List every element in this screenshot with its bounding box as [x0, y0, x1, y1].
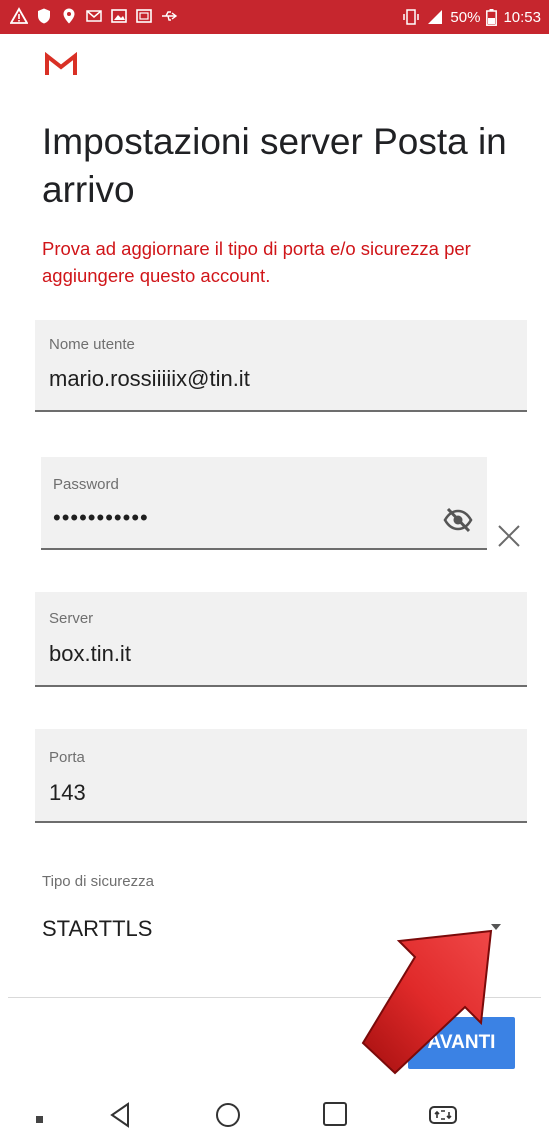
divider [8, 997, 541, 998]
email-notification-icon [86, 10, 102, 22]
visibility-off-icon[interactable] [443, 507, 473, 533]
battery-icon [486, 8, 498, 26]
vibrate-icon [403, 9, 420, 25]
status-bar: 50% 10:53 [0, 0, 549, 34]
username-label: Nome utente [49, 336, 135, 353]
recents-icon[interactable] [322, 1101, 348, 1127]
security-type-label: Tipo di sicurezza [42, 873, 154, 890]
usb-icon [162, 11, 178, 21]
shield-icon [38, 8, 50, 24]
image-icon [136, 9, 152, 23]
username-value: mario.rossiiiiix@tin.it [49, 366, 250, 391]
status-bar-notifications [10, 7, 178, 25]
signal-icon [428, 10, 443, 24]
nav-dot-icon [36, 1116, 43, 1123]
error-message: Prova ad aggiornare il tipo di porta e/o… [42, 238, 471, 286]
username-field[interactable]: Nome utente mario.rossiiiiix@tin.it [35, 320, 527, 412]
port-field[interactable]: Porta 143 [35, 729, 527, 823]
server-label: Server [49, 610, 94, 627]
dropdown-arrow-icon[interactable] [490, 923, 502, 931]
server-field[interactable]: Server box.tin.it [35, 592, 527, 687]
clear-password-icon[interactable] [496, 523, 522, 549]
server-value: box.tin.it [49, 641, 131, 666]
navigation-bar [0, 1090, 549, 1138]
port-value: 143 [49, 780, 86, 805]
home-icon[interactable] [215, 1102, 241, 1128]
back-icon[interactable] [108, 1101, 132, 1129]
status-bar-system: 50% 10:53 [402, 8, 541, 26]
security-type-select[interactable]: STARTTLS [42, 916, 152, 942]
location-icon [63, 8, 75, 24]
gmail-logo [45, 52, 77, 75]
warning-icon [10, 7, 28, 24]
gallery-icon [111, 9, 127, 23]
next-button[interactable]: AVANTI [408, 1017, 515, 1069]
page-title: Impostazioni server Posta in arrivo [42, 121, 507, 210]
app-switch-icon[interactable] [427, 1101, 459, 1129]
password-field[interactable]: Password ••••••••••• [41, 457, 487, 550]
battery-percent: 50% [450, 8, 481, 26]
password-value: ••••••••••• [53, 505, 149, 530]
port-label: Porta [49, 749, 85, 766]
clock: 10:53 [503, 8, 541, 26]
password-label: Password [53, 476, 119, 493]
